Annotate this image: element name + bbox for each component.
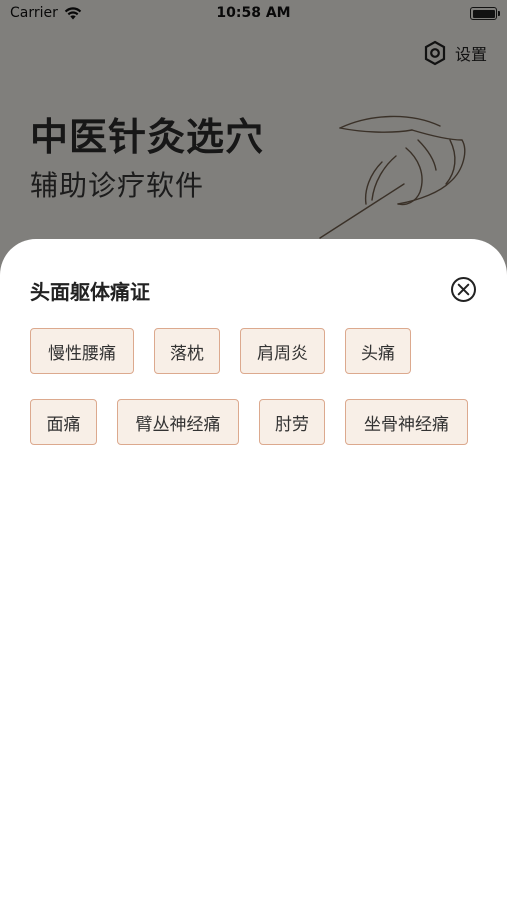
close-icon <box>451 277 476 302</box>
tag-brachial-plexus-neuralgia[interactable]: 臂丛神经痛 <box>117 399 239 445</box>
bottom-sheet: 头面躯体痛证 慢性腰痛 落枕 肩周炎 头痛 面痛 臂丛神经痛 肘劳 坐骨神经痛 <box>0 239 507 900</box>
tag-tennis-elbow[interactable]: 肘劳 <box>259 399 325 445</box>
tag-facial-pain[interactable]: 面痛 <box>30 399 97 445</box>
tag-stiff-neck[interactable]: 落枕 <box>154 328 220 374</box>
tag-frozen-shoulder[interactable]: 肩周炎 <box>240 328 325 374</box>
tag-headache[interactable]: 头痛 <box>345 328 411 374</box>
tag-sciatica[interactable]: 坐骨神经痛 <box>345 399 468 445</box>
close-button[interactable] <box>450 276 477 303</box>
sheet-title: 头面躯体痛证 <box>30 280 150 304</box>
tag-chronic-low-back-pain[interactable]: 慢性腰痛 <box>30 328 134 374</box>
